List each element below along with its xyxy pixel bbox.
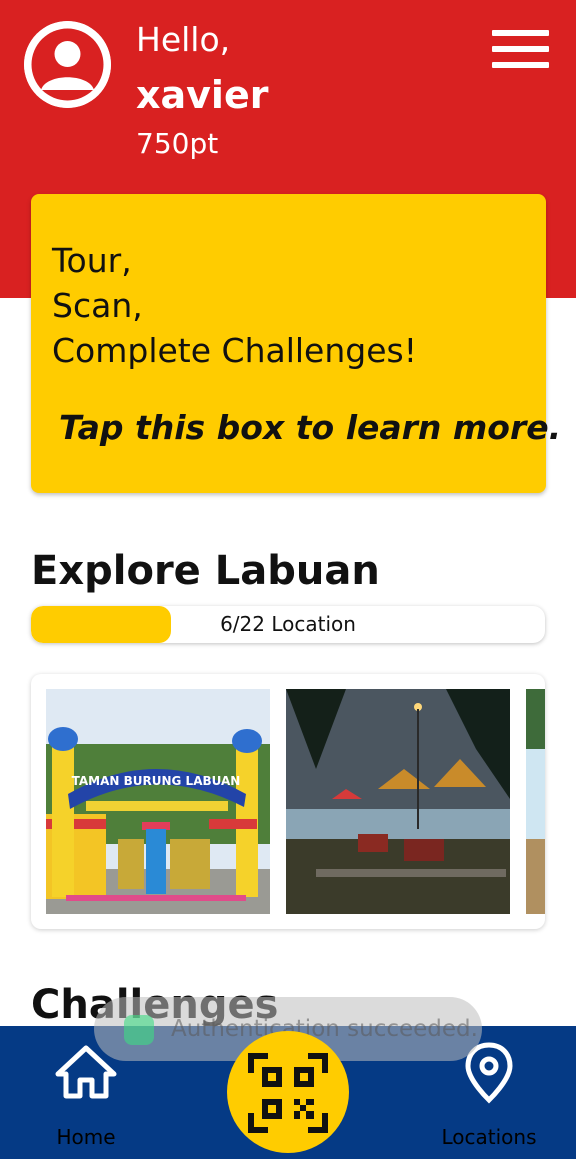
gate-sign-text: TAMAN BURUNG LABUAN: [72, 774, 241, 788]
location-card-bird-park[interactable]: TAMAN BURUNG LABUAN: [46, 689, 270, 914]
nav-home-label: Home: [56, 1125, 116, 1149]
location-gallery[interactable]: TAMAN BURUNG LABUAN: [31, 674, 545, 929]
location-progress-bar: 6/22 Location: [31, 606, 545, 643]
scan-qr-button[interactable]: [227, 1031, 349, 1153]
promo-line-challenges: Complete Challenges!: [52, 331, 417, 370]
greeting-text: Hello,: [136, 20, 231, 59]
hamburger-icon: [492, 30, 549, 36]
points-balance: 750pt: [136, 127, 219, 160]
qr-code-icon: [248, 1053, 328, 1133]
promo-line-scan: Scan,: [52, 286, 143, 325]
avatar-icon[interactable]: [24, 21, 111, 108]
android-app-icon: [124, 1015, 154, 1045]
beach-cafe-image: [286, 689, 510, 914]
nav-locations-label: Locations: [441, 1125, 537, 1149]
promo-cta: Tap this box to learn more.: [59, 408, 562, 447]
explore-title: Explore Labuan: [31, 548, 380, 594]
progress-label: 6/22 Location: [220, 612, 356, 636]
bird-park-gate-image: TAMAN BURUNG LABUAN: [46, 689, 270, 914]
promo-card[interactable]: Tour, Scan, Complete Challenges! Tap thi…: [31, 194, 561, 493]
location-card-beach[interactable]: [286, 689, 510, 914]
location-card-partial[interactable]: [526, 689, 545, 914]
promo-line-tour: Tour,: [52, 241, 132, 280]
menu-button[interactable]: [488, 26, 552, 74]
username: xavier: [136, 73, 269, 117]
